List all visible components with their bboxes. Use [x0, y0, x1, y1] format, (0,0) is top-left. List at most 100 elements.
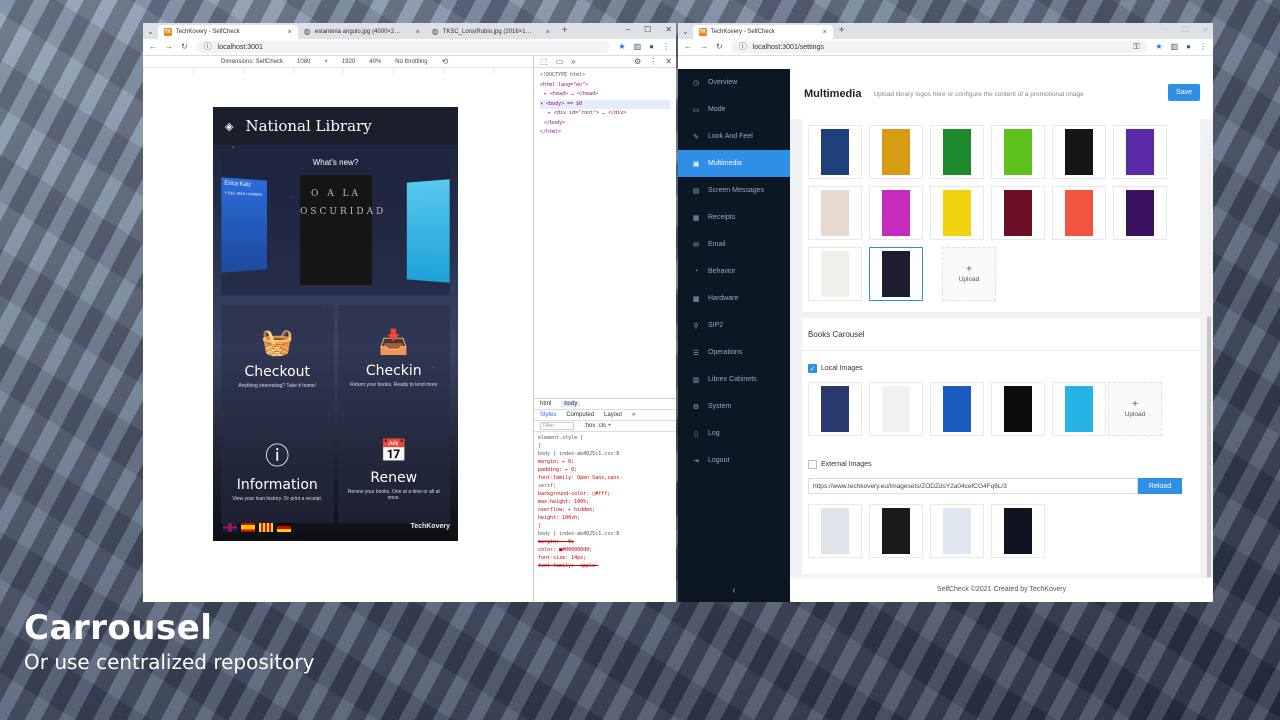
sidebar-item-hardware[interactable]: ▩ Hardware — [678, 285, 790, 312]
close-icon[interactable]: × — [546, 29, 550, 36]
dom-line[interactable]: <html lang="en"> — [540, 81, 670, 91]
save-button[interactable]: Save — [1168, 84, 1200, 101]
zoom-select[interactable]: 40% — [369, 59, 381, 65]
local-images-checkbox[interactable]: ✓ Local Images — [808, 364, 863, 373]
sidebar-item-logout[interactable]: ⇥ Logout — [678, 447, 790, 474]
external-images-checkbox[interactable]: External Images — [808, 460, 872, 469]
background-thumbnail[interactable] — [1052, 125, 1106, 179]
crumb-body[interactable]: body — [561, 401, 581, 407]
sidebar-item-overview[interactable]: ◷ Overview — [678, 69, 790, 96]
sidebar-item-multimedia[interactable]: ▣ Multimedia — [678, 150, 790, 177]
checkout-tile[interactable]: 🧺 Checkout Anything interesting? Take it… — [221, 305, 334, 412]
css-line[interactable]: color: ■#000000d9; — [538, 546, 672, 554]
crumb-html[interactable]: html — [540, 401, 551, 407]
checkin-tile[interactable]: 📥 Checkin Return your books. Ready to le… — [337, 305, 450, 412]
background-thumbnail[interactable] — [991, 186, 1045, 240]
throttle-select[interactable]: No throttling — [395, 59, 427, 65]
key-icon[interactable]: ⚿ — [1133, 43, 1139, 51]
reload-icon[interactable]: ↻ — [716, 43, 723, 51]
renew-tile[interactable]: 📅 Renew Renew your books. One at a time … — [337, 416, 450, 523]
scrollbar[interactable] — [1207, 137, 1211, 597]
reload-button[interactable]: Reload — [1138, 478, 1182, 494]
sidebar-item-behavior[interactable]: ◔ Behavior — [678, 258, 790, 285]
back-icon[interactable]: ← — [149, 43, 157, 51]
collapse-chevron-icon[interactable]: ‹ — [678, 585, 790, 596]
dom-line[interactable]: </html> — [540, 128, 670, 138]
carousel-book-center[interactable]: O A LA OSCURIDAD — [300, 175, 383, 285]
carousel-book-left[interactable]: Erica Katz Y DEL MÁS HOMBRE — [221, 177, 268, 273]
left-tab-2[interactable]: ◍ TKSC_LonsiRubio.jpg (2016×1… × — [426, 25, 556, 39]
star-icon[interactable]: ★ — [618, 43, 625, 51]
styles-filter-tools[interactable]: :hov .cls + — [584, 423, 611, 429]
menu-icon[interactable]: ⋮ — [1199, 43, 1207, 51]
forward-icon[interactable]: → — [165, 43, 173, 51]
css-line[interactable]: font-family: -apple- — [538, 562, 672, 570]
styles-filter-input[interactable]: Filter — [540, 422, 574, 430]
information-tile[interactable]: ⓘ Information View your loan history. Or… — [221, 416, 334, 523]
carousel-book-right[interactable] — [406, 179, 450, 283]
left-url-field[interactable]: ⓘ localhost:3001 — [195, 41, 611, 53]
inspect-icon[interactable]: ⬚ — [540, 57, 548, 66]
background-thumbnail[interactable] — [930, 125, 984, 179]
settings-icon[interactable]: ⚙ — [634, 57, 641, 66]
background-thumbnail[interactable] — [869, 125, 923, 179]
sidebar-item-mode[interactable]: ▭ Mode — [678, 96, 790, 123]
reload-icon[interactable]: ↻ — [181, 43, 188, 51]
forward-icon[interactable]: → — [700, 43, 708, 51]
sidebar-item-sip2[interactable]: ⚲ SIP2 — [678, 312, 790, 339]
device-height[interactable]: 1920 — [342, 59, 355, 65]
local-upload-button[interactable]: + Upload — [1108, 382, 1162, 436]
whats-new-carousel[interactable]: What's new? Erica Katz Y DEL MÁS HOMBRE … — [221, 153, 450, 295]
uk-flag-icon[interactable] — [223, 523, 237, 532]
window-close-icon[interactable]: ✕ — [1202, 25, 1209, 34]
background-thumbnail[interactable] — [1113, 125, 1167, 179]
local-book-thumbnail[interactable] — [930, 382, 984, 436]
css-line[interactable]: max-height: 100%; — [538, 498, 672, 506]
sidebar-item-librex-cabinets[interactable]: ▥ Librex Cabinets — [678, 366, 790, 393]
star-icon[interactable]: ★ — [1155, 43, 1162, 51]
menu-icon[interactable]: ⋮ — [662, 43, 670, 51]
external-book-thumbnail[interactable] — [808, 504, 862, 558]
rotate-icon[interactable]: ⟲ — [442, 57, 449, 66]
sidebar-item-system[interactable]: ⚙ System — [678, 393, 790, 420]
catalonia-flag-icon[interactable] — [259, 523, 273, 532]
css-line[interactable]: padding: ▸ 0; — [538, 466, 672, 474]
sidebar-item-look-and-feel[interactable]: ✎ Look And Feel — [678, 123, 790, 150]
minimize-icon[interactable]: – — [1163, 25, 1167, 34]
local-book-thumbnail[interactable] — [991, 382, 1045, 436]
tab-layout[interactable]: Layout — [604, 412, 622, 418]
local-book-thumbnail[interactable] — [808, 382, 862, 436]
minimize-icon[interactable]: – — [626, 25, 630, 34]
external-book-thumbnail[interactable] — [991, 504, 1045, 558]
sidebar-item-email[interactable]: ✉ Email — [678, 231, 790, 258]
close-icon[interactable]: × — [288, 29, 292, 36]
background-thumbnail[interactable] — [991, 125, 1045, 179]
external-book-thumbnail[interactable] — [930, 504, 984, 558]
css-line[interactable]: background-color: □#fff; — [538, 490, 672, 498]
kebab-icon[interactable]: ⋮ — [649, 57, 657, 66]
background-upload-button[interactable]: + Upload — [942, 247, 996, 301]
background-thumbnail[interactable] — [808, 186, 862, 240]
dom-line[interactable]: </body> — [540, 119, 670, 129]
sidepanel-icon[interactable]: ▥ — [1171, 43, 1179, 51]
css-line[interactable]: font-size: 14px; — [538, 554, 672, 562]
back-icon[interactable]: ← — [684, 43, 692, 51]
maximize-icon[interactable]: ☐ — [1181, 25, 1188, 34]
tab-search-icon[interactable]: ⌄ — [682, 28, 689, 36]
external-book-thumbnail[interactable] — [869, 504, 923, 558]
background-thumbnail[interactable] — [808, 125, 862, 179]
background-thumbnail[interactable] — [1052, 186, 1106, 240]
local-book-thumbnail[interactable] — [1052, 382, 1106, 436]
device-width[interactable]: 1080 — [297, 59, 310, 65]
more-panels-icon[interactable]: » — [571, 57, 575, 66]
new-tab-icon[interactable]: + — [562, 26, 568, 36]
css-line[interactable]: margin: ▸ 0; — [538, 458, 672, 466]
dom-line-selected[interactable]: ▾ <body> == $0 — [540, 99, 670, 109]
sidebar-item-screen-messages[interactable]: ▤ Screen Messages — [678, 177, 790, 204]
background-thumbnail[interactable] — [930, 186, 984, 240]
sidebar-item-receipts[interactable]: ▦ Receipts — [678, 204, 790, 231]
left-tab-0[interactable]: TK TechKovery - SelfCheck × — [157, 25, 298, 39]
sidebar-item-operations[interactable]: ☰ Operations — [678, 339, 790, 366]
profile-icon[interactable]: ● — [649, 43, 654, 51]
dom-line[interactable]: ▸ <head> … </head> — [540, 90, 670, 100]
